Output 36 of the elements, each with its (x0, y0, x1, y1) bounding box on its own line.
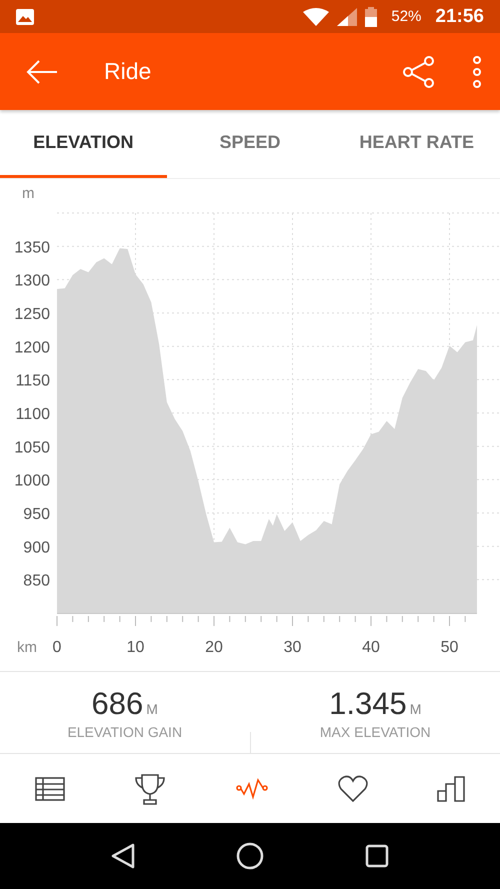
tick-label: 0 (52, 639, 62, 656)
tick-label: 1100 (16, 406, 50, 423)
tick-label: 900 (23, 539, 50, 556)
signal-icon (337, 8, 358, 26)
tab[interactable]: ELEVATION (0, 110, 167, 178)
tick-label: 20 (205, 639, 223, 656)
axis-label: km (17, 639, 37, 656)
tick-label: 1250 (14, 306, 50, 323)
tick-label: 30 (284, 639, 302, 656)
screen-title: Ride (104, 58, 152, 85)
tick-label: 1200 (14, 339, 50, 356)
more-icon (472, 56, 482, 88)
stat-label: MAX ELEVATION (320, 724, 431, 740)
tab[interactable]: SPEED (166, 110, 334, 178)
stat-unit: M (146, 700, 158, 716)
battery-percent: 52% (391, 8, 422, 25)
battery-icon (365, 6, 378, 26)
clock: 21:56 (435, 6, 484, 28)
tick-label: 1050 (14, 439, 50, 456)
tab[interactable]: HEART RATE (333, 110, 500, 178)
tick-label: 950 (23, 506, 50, 523)
tick-label: 40 (362, 639, 380, 656)
stat-value: 686 (92, 686, 144, 722)
tick-label: 10 (126, 639, 144, 656)
image-icon (16, 8, 34, 24)
stat-label: ELEVATION GAIN (67, 724, 182, 740)
tick-label: 1350 (14, 239, 50, 256)
stat-value: 1.345 (329, 686, 407, 722)
axis-label: m (22, 185, 34, 202)
tick-label: 50 (440, 639, 458, 656)
tick-label: 1000 (14, 472, 50, 490)
stat-unit: M (410, 700, 422, 716)
tick-label: 850 (23, 572, 50, 590)
tick-label: 1300 (14, 272, 50, 290)
wifi-icon (303, 8, 330, 26)
tick-label: 1150 (16, 372, 50, 390)
